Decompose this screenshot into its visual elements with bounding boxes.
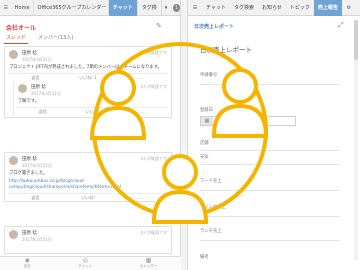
field-label: ランチ売上 bbox=[200, 229, 222, 234]
tab-chat[interactable]: チャット bbox=[108, 0, 138, 16]
right-panel: ☰ チャット タグ検索 お知らせ トピック 売上報告 ⚙ 日次売上レポート ⤢ … bbox=[187, 0, 360, 270]
chevron-down-icon: ▾ bbox=[164, 4, 168, 11]
tab-tag-search[interactable]: タグ検索 bbox=[230, 0, 258, 16]
field-input[interactable] bbox=[200, 240, 340, 241]
post-body: プロジェクト JIFT内が熟成されました。7期のメンバーは「チームになります。 bbox=[9, 65, 162, 70]
field-input[interactable] bbox=[200, 190, 340, 191]
field-label: ドリンク売上 bbox=[200, 205, 226, 210]
tab-chat[interactable]: チャット bbox=[202, 0, 230, 16]
like-button[interactable]: いいね! bbox=[62, 195, 115, 201]
field-input[interactable] bbox=[200, 216, 340, 217]
post-card: 田原 稔 2017年3月31日 4人が既読です bbox=[4, 226, 172, 254]
reply-author: 田原 稔 bbox=[31, 85, 46, 90]
field-label: 申請番号 bbox=[200, 73, 218, 78]
date-value: 01/21/2019 bbox=[217, 118, 246, 124]
date-field[interactable]: ▦ 01/21/2019 bbox=[200, 116, 296, 126]
menu-icon[interactable]: ☰ bbox=[0, 0, 12, 16]
left-tab-bar: ☰ Home Office365グループカレンダー チャット タグ検 ▾ 1 bbox=[0, 0, 181, 16]
post-author: 田原 稔 bbox=[22, 231, 37, 236]
field-label: フード売上 bbox=[200, 179, 222, 184]
post-actions: 返信 いいね! … bbox=[9, 193, 167, 201]
post-card: 田原 稔 2017年3月31日 4人が既読です ブログ書きました。 http:/… bbox=[4, 152, 172, 202]
left-panel: ☰ Home Office365グループカレンダー チャット タグ検 ▾ 1 会… bbox=[0, 0, 181, 270]
reply-button[interactable]: 返信 bbox=[18, 109, 68, 115]
subtab-members[interactable]: メンバー(13人) bbox=[36, 34, 75, 44]
like-button[interactable]: いいね! bbox=[68, 109, 118, 115]
reply-button[interactable]: 返信 bbox=[9, 195, 62, 201]
reply-actions: 返信 いいね! … bbox=[18, 107, 167, 115]
calendar-icon[interactable]: ▦ bbox=[201, 117, 213, 125]
field-input[interactable] bbox=[200, 150, 340, 151]
section-title: 会社オール bbox=[6, 25, 37, 32]
field-label: 天気 bbox=[200, 155, 209, 160]
post-link[interactable]: http://www.umbus.co.jp/blog/cloud-comput… bbox=[5, 179, 171, 193]
post-date: 2017年3月31日 bbox=[22, 237, 52, 242]
scrollbar[interactable] bbox=[354, 20, 358, 260]
tab-office365-calendar[interactable]: Office365グループカレンダー bbox=[34, 0, 109, 16]
post-author: 田原 稔 bbox=[22, 157, 37, 162]
field-label: 登録日 bbox=[200, 108, 213, 113]
reply-button[interactable]: 返信 bbox=[9, 75, 62, 81]
subtab-thread[interactable]: スレッド bbox=[4, 34, 29, 44]
bottom-nav: ◉ 会社 ◎ チャット ▦ カレンダー bbox=[0, 256, 181, 270]
post-author: 田原 稔 bbox=[22, 51, 37, 56]
avatar bbox=[9, 230, 18, 239]
read-count: 1人が既読です bbox=[140, 50, 167, 55]
tab-notices[interactable]: お知らせ bbox=[258, 0, 286, 16]
post-date: 2017年3月31日 bbox=[22, 57, 52, 62]
avatar bbox=[9, 156, 18, 165]
read-count: 2人が既読です bbox=[140, 84, 167, 89]
post-card: 田原 稔 2017年3月31日 1人が既読です プロジェクト JIFT内が熟成さ… bbox=[4, 46, 172, 118]
field-label: 店舗 bbox=[200, 141, 209, 146]
breadcrumb[interactable]: 日次売上レポート bbox=[194, 23, 234, 30]
reply-date: 2017年3月31日 bbox=[31, 91, 61, 96]
field-label: 備考 bbox=[200, 255, 209, 260]
form-title: 日次売上レポート bbox=[200, 46, 252, 54]
nav-calendar[interactable]: ▦ カレンダー bbox=[140, 258, 158, 269]
field-input[interactable] bbox=[200, 84, 340, 85]
tab-tag-search[interactable]: タグ検 bbox=[138, 0, 162, 16]
post-date: 2017年3月31日 bbox=[22, 163, 52, 168]
like-button[interactable]: いいね! 1 bbox=[62, 75, 115, 81]
expand-icon[interactable]: ⤢ bbox=[338, 21, 344, 30]
avatar bbox=[9, 50, 18, 59]
read-count: 4人が既読です bbox=[140, 156, 167, 161]
post-body: ブログ書きました。 bbox=[9, 171, 48, 176]
tab-sales-report[interactable]: 売上報告 bbox=[313, 0, 342, 16]
more-button[interactable]: … bbox=[114, 195, 167, 200]
avatar bbox=[18, 84, 27, 93]
nav-chat[interactable]: ◎ チャット bbox=[78, 258, 92, 269]
scrollbar-thumb[interactable] bbox=[354, 20, 358, 60]
right-tab-bar: ☰ チャット タグ検索 お知らせ トピック 売上報告 ⚙ bbox=[188, 0, 360, 16]
nav-company[interactable]: ◉ 会社 bbox=[24, 258, 31, 269]
reply-item: 田原 稔 2017年3月31日 2人が既読です 了解です。 返信 いいね! … bbox=[13, 82, 167, 115]
more-tabs-button[interactable]: ▾ bbox=[162, 5, 171, 11]
more-button[interactable]: … bbox=[114, 75, 167, 80]
reply-body: 了解です。 bbox=[18, 99, 40, 104]
settings-icon[interactable]: ⚙ bbox=[342, 0, 356, 16]
tab-topics[interactable]: トピック bbox=[286, 0, 314, 16]
more-button[interactable]: … bbox=[117, 109, 167, 114]
menu-icon[interactable]: ☰ bbox=[188, 0, 202, 16]
more-count-badge[interactable]: 1 bbox=[173, 3, 181, 12]
tab-home[interactable]: Home bbox=[12, 0, 34, 16]
read-count: 4人が既読です bbox=[140, 230, 167, 235]
field-input[interactable] bbox=[200, 164, 340, 165]
post-actions: 返信 いいね! 1 … bbox=[9, 73, 167, 81]
edit-icon[interactable]: ✎ bbox=[156, 22, 165, 31]
